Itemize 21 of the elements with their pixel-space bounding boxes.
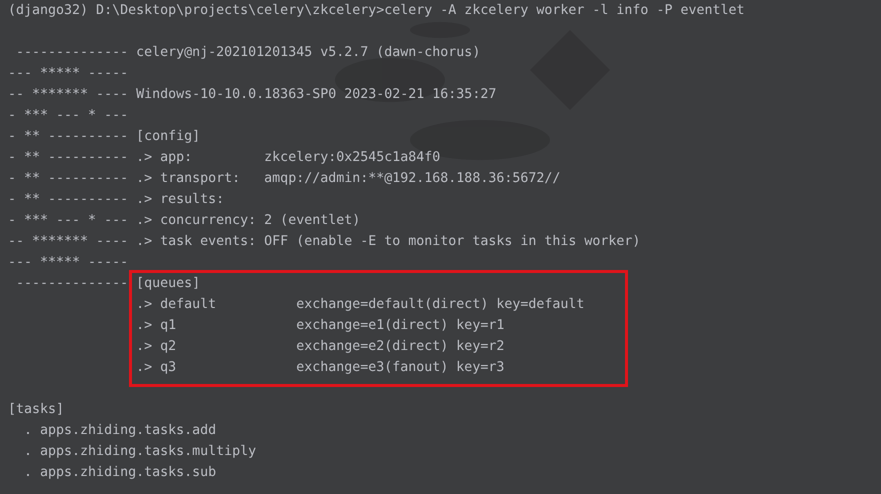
terminal-line: .> q2 exchange=e2(direct) key=r2	[135, 338, 504, 356]
terminal-line: -- ******* ---- .> task events: OFF (enable -E to monitor tasks in this worker)	[8, 233, 640, 251]
terminal-line: .> q3 exchange=e3(fanout) key=r3	[135, 359, 504, 377]
terminal-line: - ** ---------- .> results:	[8, 191, 224, 209]
terminal-line: . apps.zhiding.tasks.sub	[23, 464, 216, 482]
terminal-line: - ** ---------- [config]	[8, 128, 200, 146]
terminal-line: (django32) D:\Desktop\projects\celery\zkcelery>celery -A zkcelery worker -l info -P eventlet	[8, 2, 744, 20]
terminal-line: -- ******* ---- Windows-10-10.0.18363-SP0 2023-02-21 16:35:27	[8, 86, 496, 104]
terminal-line: . apps.zhiding.tasks.add	[23, 422, 216, 440]
terminal-line: . apps.zhiding.tasks.multiply	[23, 443, 256, 461]
terminal-line: --- ***** -----	[8, 254, 128, 272]
terminal-line: -------------- celery@nj-202101201345 v5.2.7 (dawn-chorus)	[15, 44, 480, 62]
terminal-line: - *** --- * --- .> concurrency: 2 (eventlet)	[8, 212, 360, 230]
terminal-line: --- ***** -----	[8, 65, 128, 83]
terminal-line: - *** --- * ---	[8, 107, 128, 125]
terminal-line: -------------- [queues]	[15, 275, 200, 293]
terminal-line: - ** ---------- .> transport: amqp://admin:**@192.168.188.36:5672//	[8, 170, 560, 188]
terminal-line: .> default exchange=default(direct) key=default	[135, 296, 584, 314]
terminal-line: [tasks]	[8, 401, 64, 419]
terminal-line: - ** ---------- .> app: zkcelery:0x2545c1a84f0	[8, 149, 440, 167]
terminal-line: .> q1 exchange=e1(direct) key=r1	[135, 317, 504, 335]
